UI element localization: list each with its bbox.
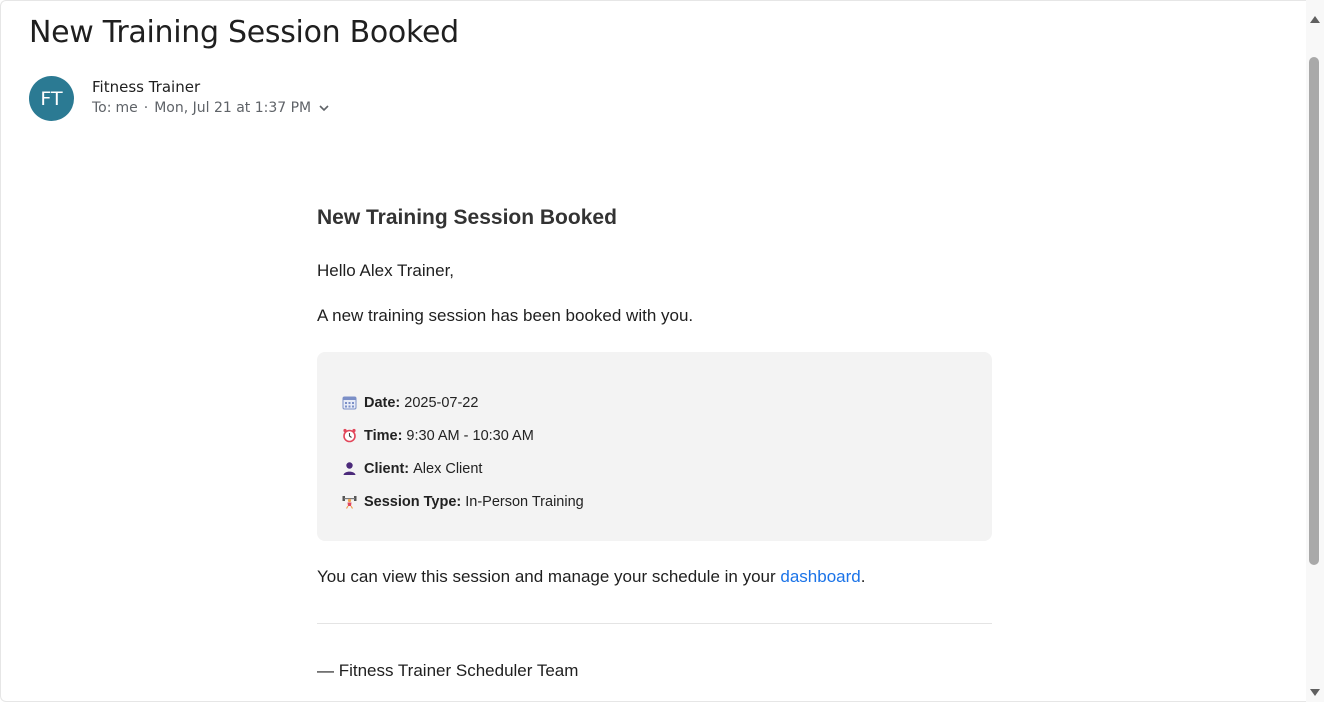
avatar[interactable]: FT [29, 76, 74, 121]
detail-value: 2025-07-22 [404, 394, 479, 411]
dashboard-note: You can view this session and manage you… [317, 567, 865, 587]
detail-row-session-type: Session Type: In-Person Training [341, 485, 968, 518]
email-subject: New Training Session Booked [29, 15, 459, 50]
email-date: Mon, Jul 21 at 1:37 PM [154, 100, 312, 116]
recipient-meta: To: me · Mon, Jul 21 at 1:37 PM [92, 100, 331, 116]
signature: — Fitness Trainer Scheduler Team [317, 661, 579, 680]
detail-value: In-Person Training [465, 493, 584, 510]
note-suffix: . [860, 567, 866, 586]
intro-text: A new training session has been booked w… [317, 306, 694, 325]
chevron-down-icon[interactable] [317, 101, 331, 115]
greeting: Hello Alex Trainer, [317, 261, 455, 280]
body-heading: New Training Session Booked [317, 206, 617, 229]
calendar-icon [341, 395, 357, 411]
to-label: To: [92, 100, 112, 116]
scroll-up-arrow-icon[interactable] [1309, 12, 1321, 24]
detail-label: Client: [364, 460, 410, 477]
detail-label: Date: [364, 394, 401, 411]
detail-row-client: Client: Alex Client [341, 452, 968, 485]
vertical-scrollbar[interactable] [1306, 0, 1324, 702]
email-body: New Training Session Booked Hello Alex T… [317, 206, 992, 680]
note-text: You can view this session and manage you… [317, 567, 781, 586]
detail-value: Alex Client [413, 460, 483, 477]
sender-name[interactable]: Fitness Trainer [92, 78, 200, 96]
email-view: New Training Session Booked FT Fitness T… [0, 0, 1306, 702]
meta-separator: · [143, 100, 149, 116]
weightlifter-icon [341, 494, 357, 510]
person-icon [341, 461, 357, 477]
alarm-clock-icon [341, 428, 357, 444]
divider [317, 623, 992, 624]
dashboard-link[interactable]: dashboard [780, 567, 860, 586]
scrollbar-thumb[interactable] [1309, 57, 1319, 565]
detail-row-date: Date: 2025-07-22 [341, 386, 968, 419]
scroll-down-arrow-icon[interactable] [1309, 686, 1321, 698]
detail-row-time: Time: 9:30 AM - 10:30 AM [341, 419, 968, 452]
detail-label: Time: [364, 427, 403, 444]
session-details-box: Date: 2025-07-22 Time: 9:30 AM - 10:30 A… [317, 352, 992, 541]
detail-value: 9:30 AM - 10:30 AM [406, 427, 534, 444]
to-value: me [115, 100, 138, 116]
detail-label: Session Type: [364, 493, 462, 510]
